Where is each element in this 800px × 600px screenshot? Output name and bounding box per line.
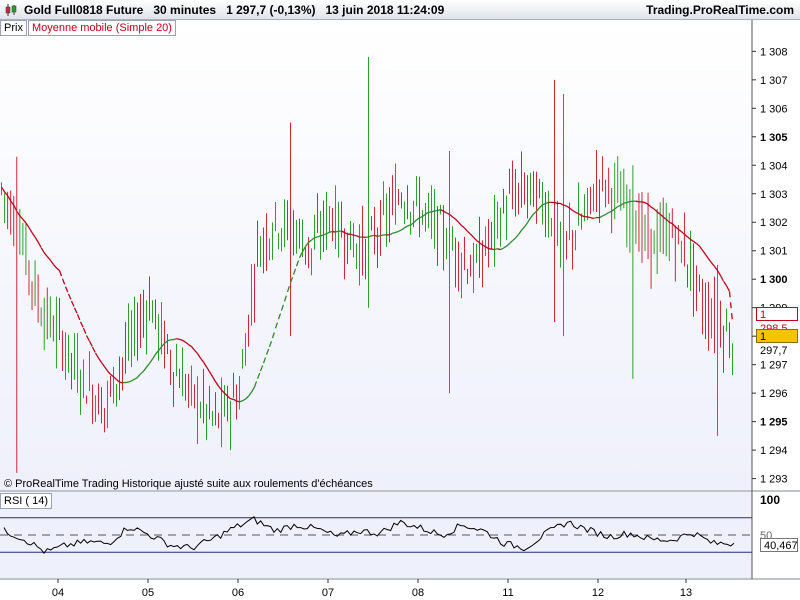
price-tick-label: 1 302 [760,217,788,229]
moving-average-segment [239,400,243,403]
time-tick-label: 07 [322,587,334,599]
moving-average-segment [377,235,381,237]
rsi-panel-label[interactable]: RSI ( 14) [0,493,53,509]
price-tick-label: 1 293 [760,474,788,486]
moving-average-segment [335,230,339,233]
time-tick-label: 13 [680,587,692,599]
moving-average-segment [497,248,501,251]
copyright-notice: © ProRealTime Trading Historique ajusté … [4,478,373,490]
moving-average-segment [590,217,594,220]
moving-average-segment [635,200,640,203]
price-tick-label: 1 300 [760,274,788,286]
rsi-legend: RSI ( 14) [0,493,53,509]
price-tick-label: 1 308 [760,46,788,58]
rsi-value-tag: 40,467 [760,538,798,552]
price-tick-label: 1 305 [760,132,788,144]
moving-average-segment [563,204,567,207]
moving-average-segment [587,216,591,219]
moving-average-segment [329,230,333,233]
moving-average-segment [554,201,558,204]
price-legend: Prix Moyenne mobile (Simple 20) [0,20,177,36]
moving-average-segment [374,234,378,237]
time-tick-label: 08 [412,587,424,599]
price-tick-label: 1 294 [760,445,788,457]
price-tick-label: 1 295 [760,417,788,429]
price-tick-label: 1 297 [760,360,788,372]
moving-average-segment [593,216,597,220]
price-tick-label: 1 306 [760,103,788,115]
moving-average-segment [488,247,492,250]
moving-average-segment [314,236,318,239]
moving-average-segment [437,209,441,212]
moving-average-segment [494,248,498,251]
moving-average-segment [392,231,396,234]
moving-average-segment [236,400,240,403]
time-tick-label: 06 [232,587,244,599]
moving-average-segment [641,201,646,204]
last-price-tag: 1 297,7 [756,329,798,357]
moving-average-segment [176,338,180,340]
time-tick-label: 05 [142,587,154,599]
moving-average-segment [623,201,627,204]
price-plot-area [0,20,752,490]
moving-average-segment [167,339,171,342]
price-tick-label: 1 301 [760,246,788,258]
price-tick-label: 1 304 [760,160,788,172]
moving-average-segment [125,381,129,384]
time-tick-label: 11 [502,587,513,599]
price-tick-label: 1 303 [760,189,788,201]
rsi-tick-label: 100 [760,493,780,507]
price-tick-label: 1 307 [760,75,788,87]
moving-average-segment [173,338,177,341]
moving-average-segment [119,381,123,384]
time-tick-label: 12 [592,587,604,599]
moving-average-segment [353,234,357,237]
moving-average-segment [434,209,438,212]
moving-average-value-tag: 1 298,5 [756,307,798,335]
moving-average-segment [626,200,631,204]
moving-average-segment [407,224,411,227]
moving-average-segment [431,210,435,213]
price-chart[interactable]: 1 2931 2941 2951 2961 2971 2981 2991 300… [0,0,800,600]
moving-average-label[interactable]: Moyenne mobile (Simple 20) [27,20,176,36]
price-panel-label[interactable]: Prix [0,20,27,36]
moving-average-segment [380,234,384,237]
price-tick-label: 1 296 [760,388,788,400]
moving-average-segment [230,398,234,400]
time-tick-label: 04 [52,587,64,599]
